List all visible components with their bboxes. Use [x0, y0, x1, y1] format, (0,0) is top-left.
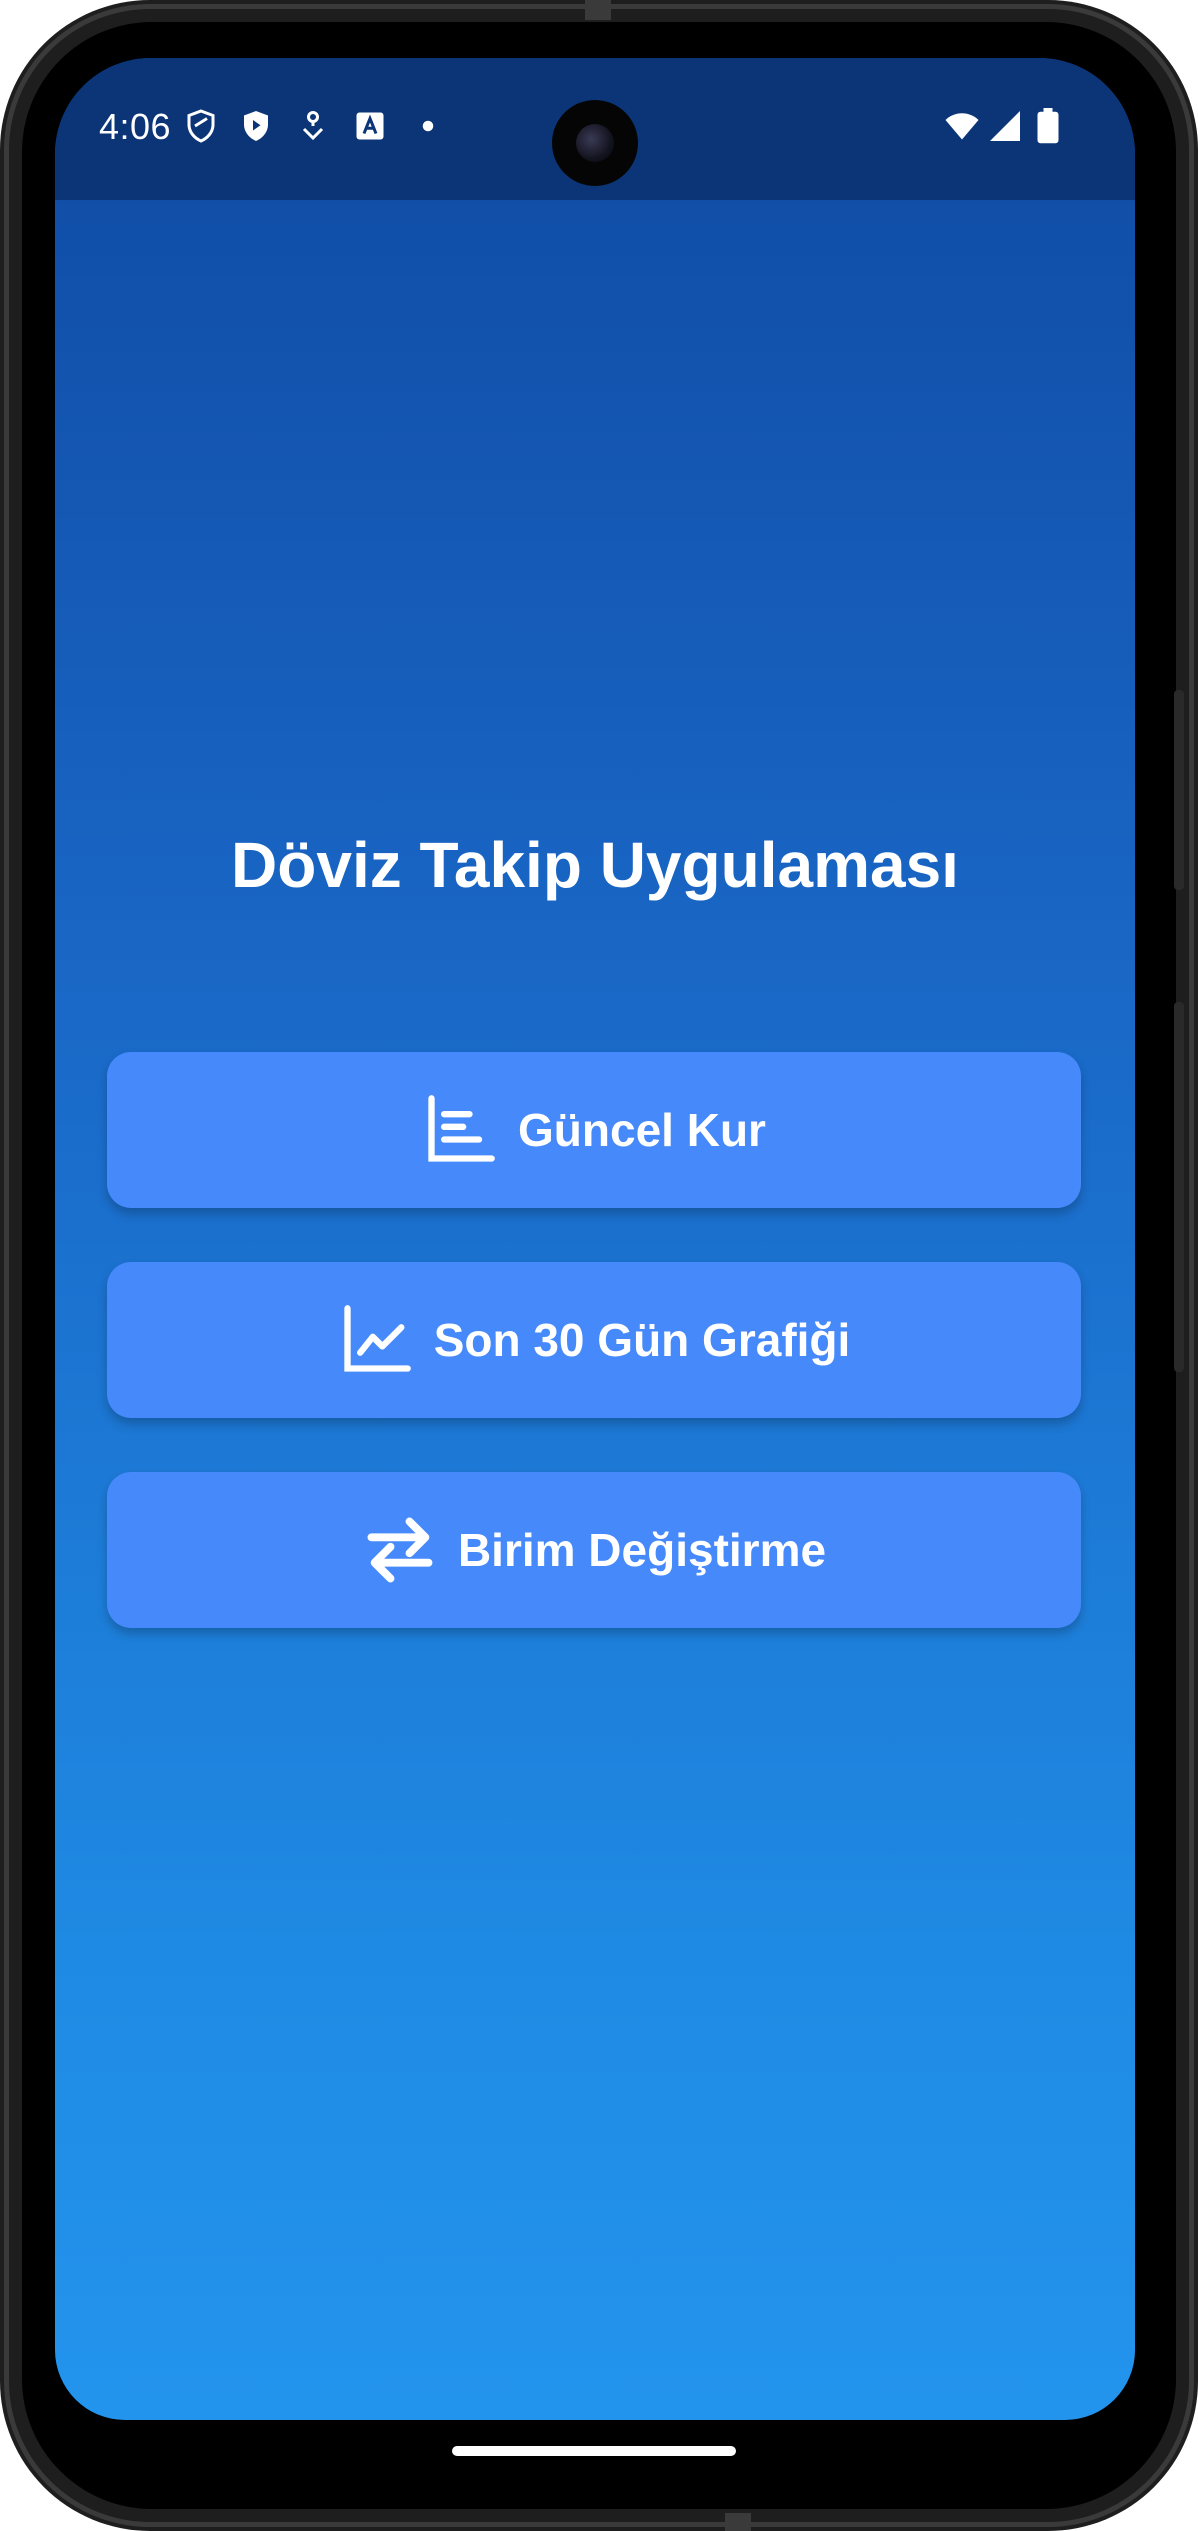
current-rate-label: Güncel Kur: [518, 1104, 766, 1156]
camera-lens: [576, 124, 614, 162]
line-chart-icon: [344, 1305, 411, 1372]
status-bar: 4:06: [55, 58, 1135, 200]
thirty-day-chart-button[interactable]: Son 30 Gün Grafiği: [107, 1262, 1081, 1418]
unit-conversion-button[interactable]: Birim Değiştirme: [107, 1472, 1081, 1628]
app-title: Döviz Takip Uygulaması: [231, 829, 959, 901]
home-indicator[interactable]: [452, 2446, 736, 2456]
swap-arrows-icon: [367, 1517, 433, 1583]
shield-icon: [187, 109, 215, 143]
power-button: [1174, 1002, 1184, 1372]
antenna-line-bottom: [725, 2513, 751, 2531]
unit-conversion-label: Birim Değiştirme: [457, 1524, 827, 1576]
phone-frame: 4:06 Döviz Takip Uygulaması Güncel Kur S…: [0, 0, 1198, 2531]
status-time: 4:06: [99, 106, 172, 147]
front-camera: [552, 100, 638, 186]
wifi-icon: [945, 113, 979, 140]
volume-button: [1174, 690, 1184, 890]
play-shield-icon: [244, 111, 268, 141]
dot-icon: [422, 120, 434, 132]
bar-list-icon: [428, 1095, 495, 1162]
thirty-day-chart-label: Son 30 Gün Grafiği: [433, 1314, 851, 1366]
screen: 4:06 Döviz Takip Uygulaması Güncel Kur S…: [55, 58, 1135, 2420]
signal-icon: [990, 111, 1020, 141]
location-pin-icon: [302, 111, 324, 141]
current-rate-button[interactable]: Güncel Kur: [107, 1052, 1081, 1208]
antenna-line-top: [585, 0, 611, 20]
battery-icon: [1037, 108, 1059, 144]
translate-icon: [356, 112, 384, 140]
